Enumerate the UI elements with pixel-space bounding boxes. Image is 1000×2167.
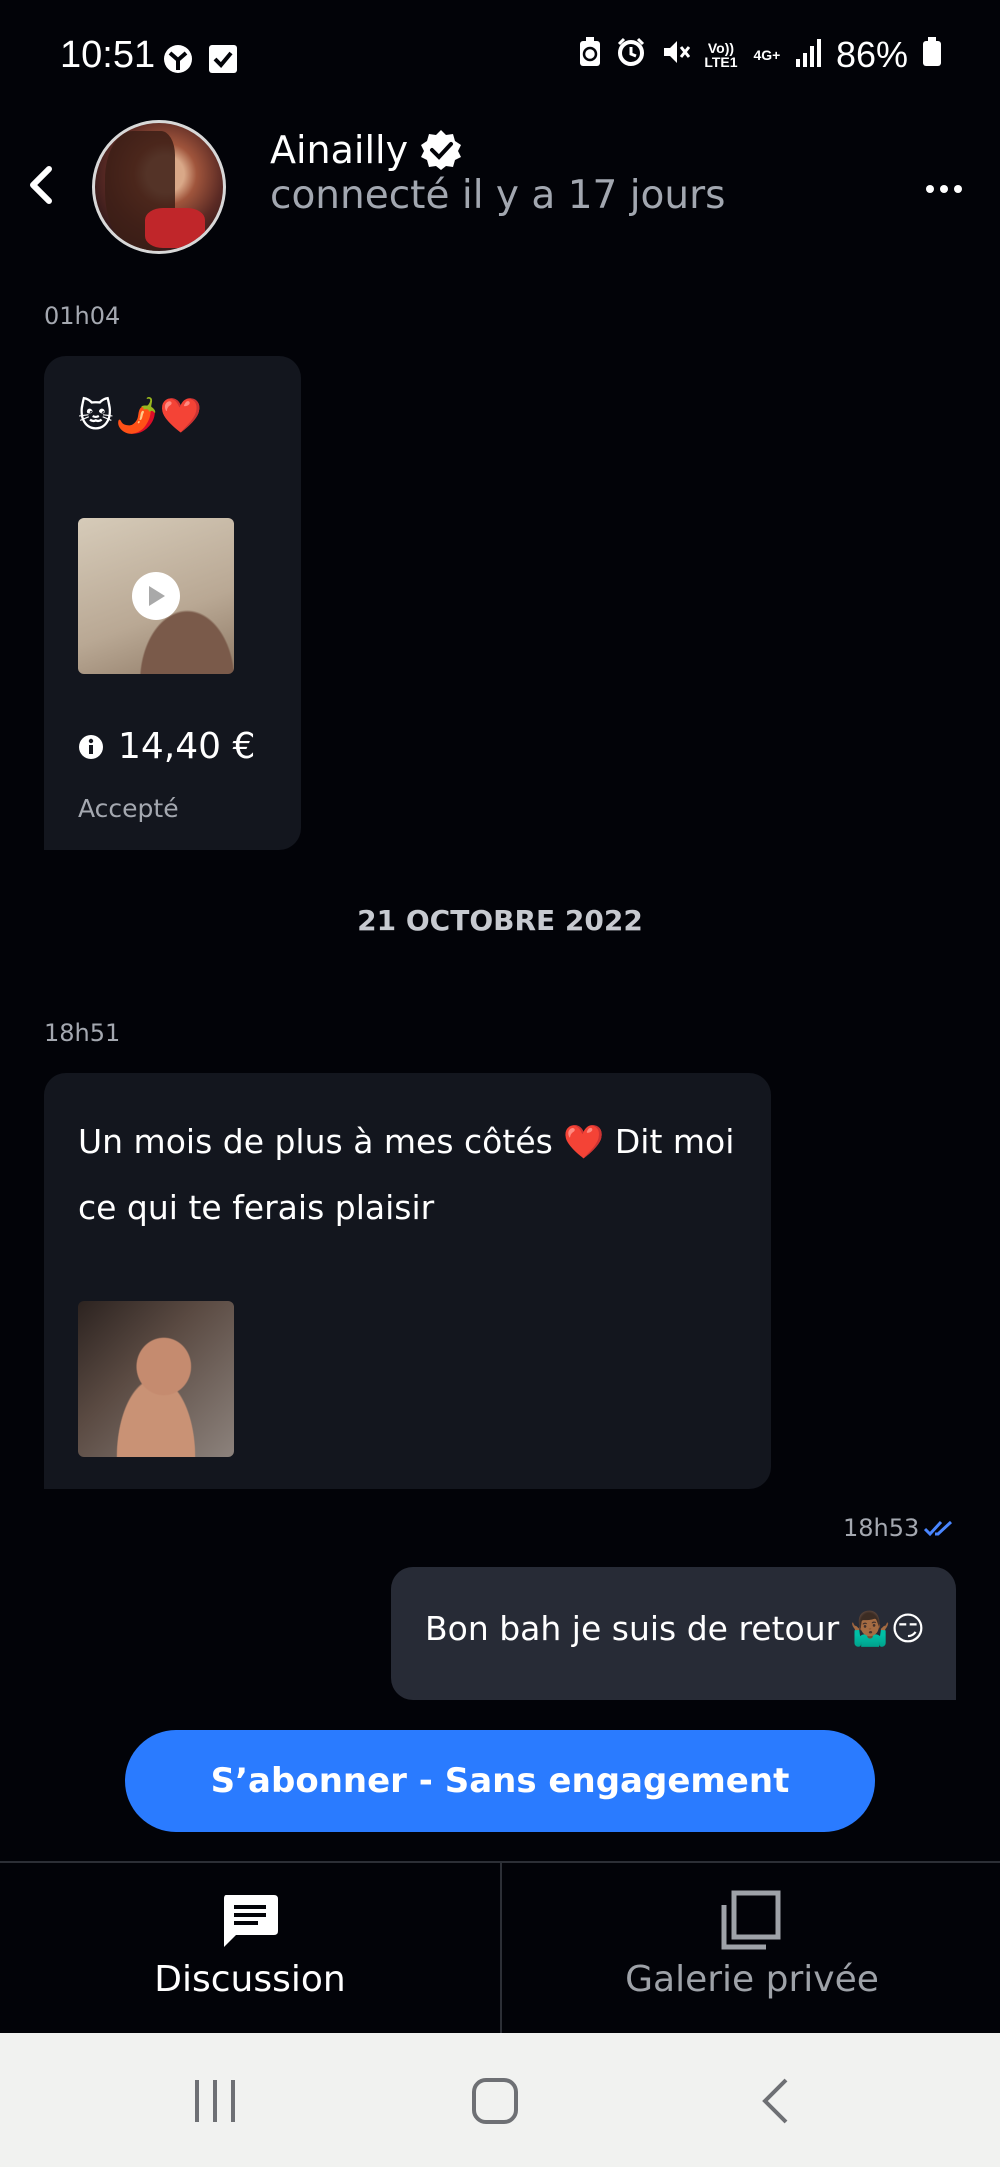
message-time: 18h51 [44, 1019, 121, 1047]
mute-icon [660, 34, 691, 76]
photo-thumbnail[interactable] [78, 1301, 234, 1457]
battery-saver-icon [578, 34, 602, 76]
recent-apps-button[interactable] [180, 2073, 250, 2129]
incoming-message[interactable]: Un mois de plus à mes côtés ❤️ Dit moi c… [44, 1073, 771, 1489]
alarm-icon [616, 34, 646, 76]
price-label: 14,40 € [118, 726, 256, 767]
tab-discussion[interactable]: Discussion [0, 1863, 500, 2033]
back-button[interactable] [16, 158, 64, 212]
chat-icon [224, 1895, 278, 1947]
message-emojis: 🐱 🌶️ ❤️ [78, 396, 202, 436]
volte-label: Vo)) LTE1 [704, 40, 738, 70]
verified-badge-icon [421, 130, 462, 170]
read-receipt-icon [924, 1520, 953, 1537]
system-back-button[interactable] [740, 2073, 810, 2129]
bottom-tab-bar: Discussion Galerie privée [0, 1861, 1000, 2033]
back-chevron-icon [762, 2078, 788, 2124]
cat-emoji: 🐱 [78, 396, 114, 436]
recents-icon [195, 2080, 235, 2122]
app-notification-icon [162, 44, 194, 74]
heart-emoji: ❤️ [159, 396, 203, 436]
contact-name: Ainailly [270, 128, 409, 172]
network-gen-label: 4G+ [753, 47, 781, 63]
more-options-button[interactable] [914, 174, 974, 204]
subscribe-button[interactable]: S’abonner - Sans engagement [125, 1730, 875, 1832]
message-text: Bon bah je suis de retour 🤷🏾‍♂️😏 [425, 1609, 926, 1648]
conversation-header: Ainailly connecté il y a 17 jours [0, 118, 1000, 268]
paid-media-message[interactable]: 🐱 🌶️ ❤️ 14,40 € Accepté [44, 356, 301, 850]
status-bar: 10:51 Vo)) LTE1 4G+ 86% [0, 0, 1000, 118]
tab-discussion-label: Discussion [154, 1959, 346, 2000]
system-navigation-bar [0, 2033, 1000, 2167]
checkbox-notification-icon [208, 44, 240, 74]
home-button[interactable] [460, 2073, 530, 2129]
tab-private-gallery[interactable]: Galerie privée [502, 1863, 1000, 2033]
purchase-status: Accepté [78, 794, 179, 823]
gallery-icon [721, 1890, 781, 1950]
pepper-emoji: 🌶️ [115, 396, 158, 436]
back-arrow-icon [30, 166, 52, 204]
message-time: 01h04 [44, 302, 121, 330]
video-thumbnail[interactable] [78, 518, 234, 674]
last-seen-status: connecté il y a 17 jours [270, 173, 726, 218]
battery-icon [922, 34, 942, 76]
avatar[interactable] [92, 120, 226, 254]
outgoing-message[interactable]: Bon bah je suis de retour 🤷🏾‍♂️😏 [391, 1567, 956, 1700]
date-separator: 21 OCTOBRE 2022 [357, 904, 643, 937]
tab-gallery-label: Galerie privée [625, 1959, 879, 2000]
play-icon [132, 572, 180, 620]
message-time: 18h53 [843, 1514, 920, 1542]
more-icon [926, 185, 934, 193]
contact-name-row[interactable]: Ainailly [270, 128, 462, 172]
message-text: Un mois de plus à mes côtés ❤️ Dit moi c… [78, 1122, 735, 1227]
price-row: 14,40 € [78, 726, 255, 767]
info-icon [79, 734, 103, 759]
battery-level: 86% [835, 34, 908, 75]
home-icon [472, 2078, 518, 2124]
status-right: Vo)) LTE1 4G+ 86% [578, 34, 942, 76]
clock: 10:51 [60, 34, 156, 76]
signal-icon [795, 34, 822, 76]
